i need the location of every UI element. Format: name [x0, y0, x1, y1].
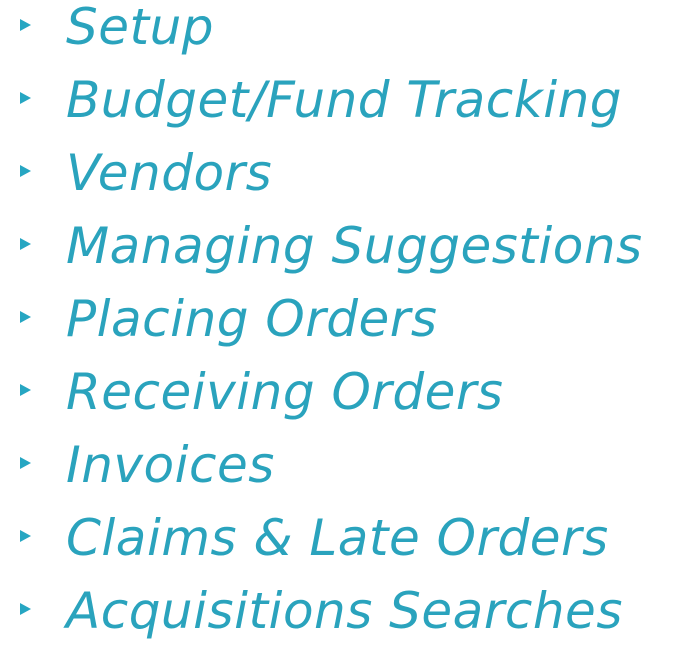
list-item-label: Claims & Late Orders [66, 509, 609, 567]
triangle-bullet-icon [20, 603, 31, 615]
topic-list: Setup Budget/Fund Tracking Vendors Manag… [0, 0, 678, 657]
list-item-receiving-orders: Receiving Orders [0, 365, 678, 438]
list-item-budget-fund-tracking: Budget/Fund Tracking [0, 73, 678, 146]
triangle-bullet-icon [20, 311, 31, 323]
triangle-bullet-icon [20, 384, 31, 396]
list-item-acquisitions-searches: Acquisitions Searches [0, 584, 678, 657]
list-item-claims-late-orders: Claims & Late Orders [0, 511, 678, 584]
triangle-bullet-icon [20, 238, 31, 250]
list-item-invoices: Invoices [0, 438, 678, 511]
list-item-label: Setup [66, 0, 215, 56]
list-item-label: Invoices [66, 436, 275, 494]
list-item-placing-orders: Placing Orders [0, 292, 678, 365]
triangle-bullet-icon [20, 19, 31, 31]
triangle-bullet-icon [20, 92, 31, 104]
list-item-vendors: Vendors [0, 146, 678, 219]
list-item-setup: Setup [0, 0, 678, 73]
list-item-label: Acquisitions Searches [66, 582, 623, 640]
list-item-managing-suggestions: Managing Suggestions [0, 219, 678, 292]
triangle-bullet-icon [20, 530, 31, 542]
list-item-label: Placing Orders [66, 290, 438, 348]
list-item-label: Vendors [66, 144, 273, 202]
list-item-label: Budget/Fund Tracking [66, 71, 623, 129]
list-item-label: Receiving Orders [66, 363, 504, 421]
list-item-label: Managing Suggestions [66, 217, 643, 275]
triangle-bullet-icon [20, 457, 31, 469]
triangle-bullet-icon [20, 165, 31, 177]
